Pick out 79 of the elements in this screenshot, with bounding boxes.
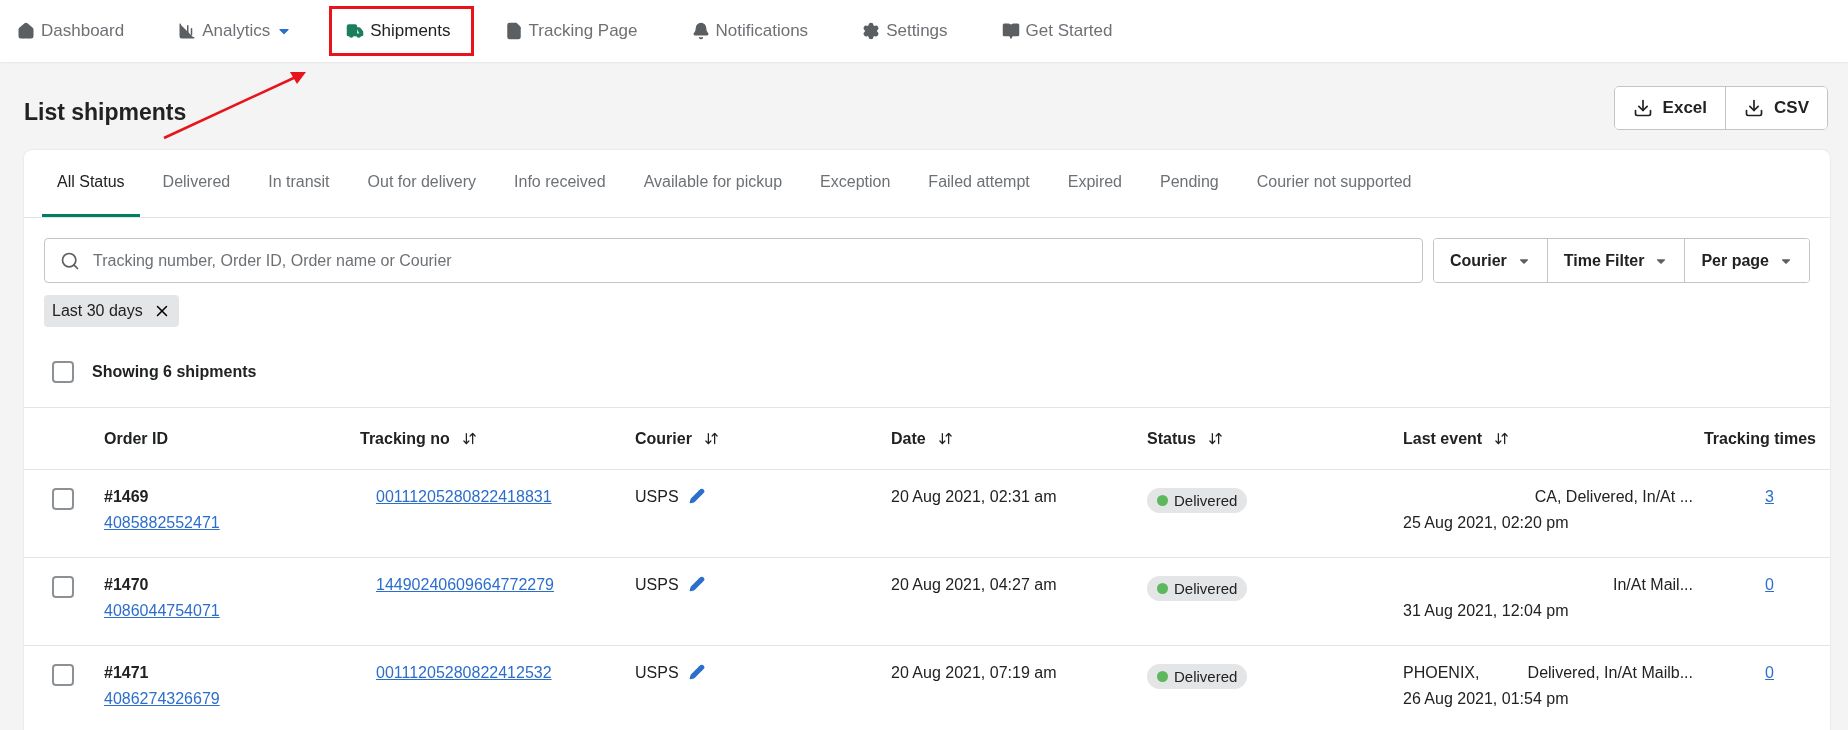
- tracking-times-link[interactable]: 0: [1765, 576, 1774, 645]
- sort-icon: [937, 431, 953, 446]
- order-link[interactable]: 4086044754071: [104, 602, 220, 620]
- courier-name: USPS: [635, 488, 679, 506]
- search-field[interactable]: Tracking number, Order ID, Order name or Courier: [44, 238, 1423, 283]
- filter-dropdown[interactable]: Per page: [1684, 239, 1809, 282]
- tracking-link[interactable]: 00111205280822412532: [376, 664, 552, 682]
- event-time: 31 Aug 2021, 12:04 pm: [1403, 602, 1569, 620]
- tracking-link[interactable]: 14490240609664772279: [376, 576, 554, 594]
- book-icon: [1001, 22, 1020, 40]
- edit-icon[interactable]: [688, 576, 705, 592]
- sort-icon: [703, 431, 719, 446]
- event-text: In/At Mail...: [1612, 576, 1693, 594]
- status-badge: Delivered: [1147, 664, 1248, 689]
- row-checkbox[interactable]: [52, 664, 74, 686]
- event-text: CA, Delivered, In/At ...: [1534, 488, 1693, 506]
- filter-tag-label: Last 30 days: [52, 302, 143, 320]
- status-tab[interactable]: Delivered: [147, 150, 246, 217]
- sort-icon: [461, 431, 477, 446]
- order-name: #1470: [104, 576, 149, 594]
- status-badge: Delivered: [1147, 576, 1248, 601]
- column-header[interactable]: Date: [891, 429, 953, 448]
- edit-icon[interactable]: [688, 488, 705, 504]
- status-tab[interactable]: In transit: [253, 150, 345, 217]
- order-name: #1469: [104, 488, 149, 506]
- status-tab[interactable]: Exception: [805, 150, 906, 217]
- status-tab[interactable]: Out for delivery: [352, 150, 492, 217]
- sort-icon: [1494, 431, 1510, 446]
- page-title: List shipments: [24, 98, 187, 126]
- tracking-times-link[interactable]: 0: [1765, 664, 1774, 730]
- nav-item[interactable]: Analytics: [161, 6, 316, 56]
- export-button[interactable]: CSV: [1725, 87, 1827, 129]
- status-badge: Delivered: [1147, 488, 1248, 513]
- date-text: 20 Aug 2021, 04:27 am: [891, 576, 1057, 594]
- courier-name: USPS: [635, 664, 679, 682]
- nav-item[interactable]: Dashboard: [0, 6, 148, 56]
- bell-icon: [691, 22, 710, 40]
- date-text: 20 Aug 2021, 07:19 am: [891, 664, 1057, 682]
- order-link[interactable]: 4086274326679: [104, 690, 220, 708]
- column-header[interactable]: Courier: [635, 429, 719, 448]
- select-all-checkbox[interactable]: [52, 361, 74, 383]
- event-location: PHOENIX,: [1403, 664, 1480, 682]
- order-name: #1471: [104, 664, 149, 682]
- column-header: Tracking times: [1703, 429, 1817, 448]
- status-tab[interactable]: Info received: [499, 150, 621, 217]
- status-tab[interactable]: Pending: [1145, 150, 1234, 217]
- nav-item[interactable]: Notifications: [674, 6, 832, 56]
- settings-icon: [862, 22, 881, 40]
- row-checkbox[interactable]: [52, 576, 74, 598]
- tracking-times-link[interactable]: 3: [1765, 488, 1774, 557]
- courier-name: USPS: [635, 576, 679, 594]
- tracking-link[interactable]: 00111205280822418831: [376, 488, 552, 506]
- event-time: 26 Aug 2021, 01:54 pm: [1403, 690, 1569, 708]
- column-header[interactable]: Status: [1147, 429, 1223, 448]
- column-header: Order ID: [104, 429, 168, 448]
- nav-item[interactable]: Get Started: [984, 6, 1136, 56]
- nav-item[interactable]: Shipments: [329, 6, 474, 56]
- column-header[interactable]: Last event: [1403, 429, 1510, 448]
- shipment-count: Showing 6 shipments: [92, 363, 257, 381]
- row-checkbox[interactable]: [52, 488, 74, 510]
- sort-icon: [1207, 431, 1223, 446]
- download-icon: [1744, 98, 1765, 118]
- download-icon: [1632, 98, 1653, 118]
- date-text: 20 Aug 2021, 02:31 am: [891, 488, 1057, 506]
- edit-icon[interactable]: [688, 664, 705, 680]
- order-link[interactable]: 4085882552471: [104, 514, 220, 532]
- status-tab[interactable]: Expired: [1052, 150, 1137, 217]
- event-text: Delivered, In/At Mailb...: [1527, 664, 1693, 682]
- status-tab[interactable]: Courier not supported: [1241, 150, 1427, 217]
- nav-item[interactable]: Settings: [845, 6, 971, 56]
- status-tab[interactable]: Failed attempt: [913, 150, 1045, 217]
- search-icon: [60, 251, 80, 271]
- status-tab[interactable]: Available for pickup: [628, 150, 798, 217]
- nav-item[interactable]: Tracking Page: [487, 6, 661, 56]
- event-time: 25 Aug 2021, 02:20 pm: [1403, 514, 1569, 532]
- column-header[interactable]: Tracking no: [360, 429, 477, 448]
- status-tab[interactable]: All Status: [42, 150, 140, 217]
- truck-icon: [346, 22, 365, 40]
- home-icon: [17, 22, 35, 40]
